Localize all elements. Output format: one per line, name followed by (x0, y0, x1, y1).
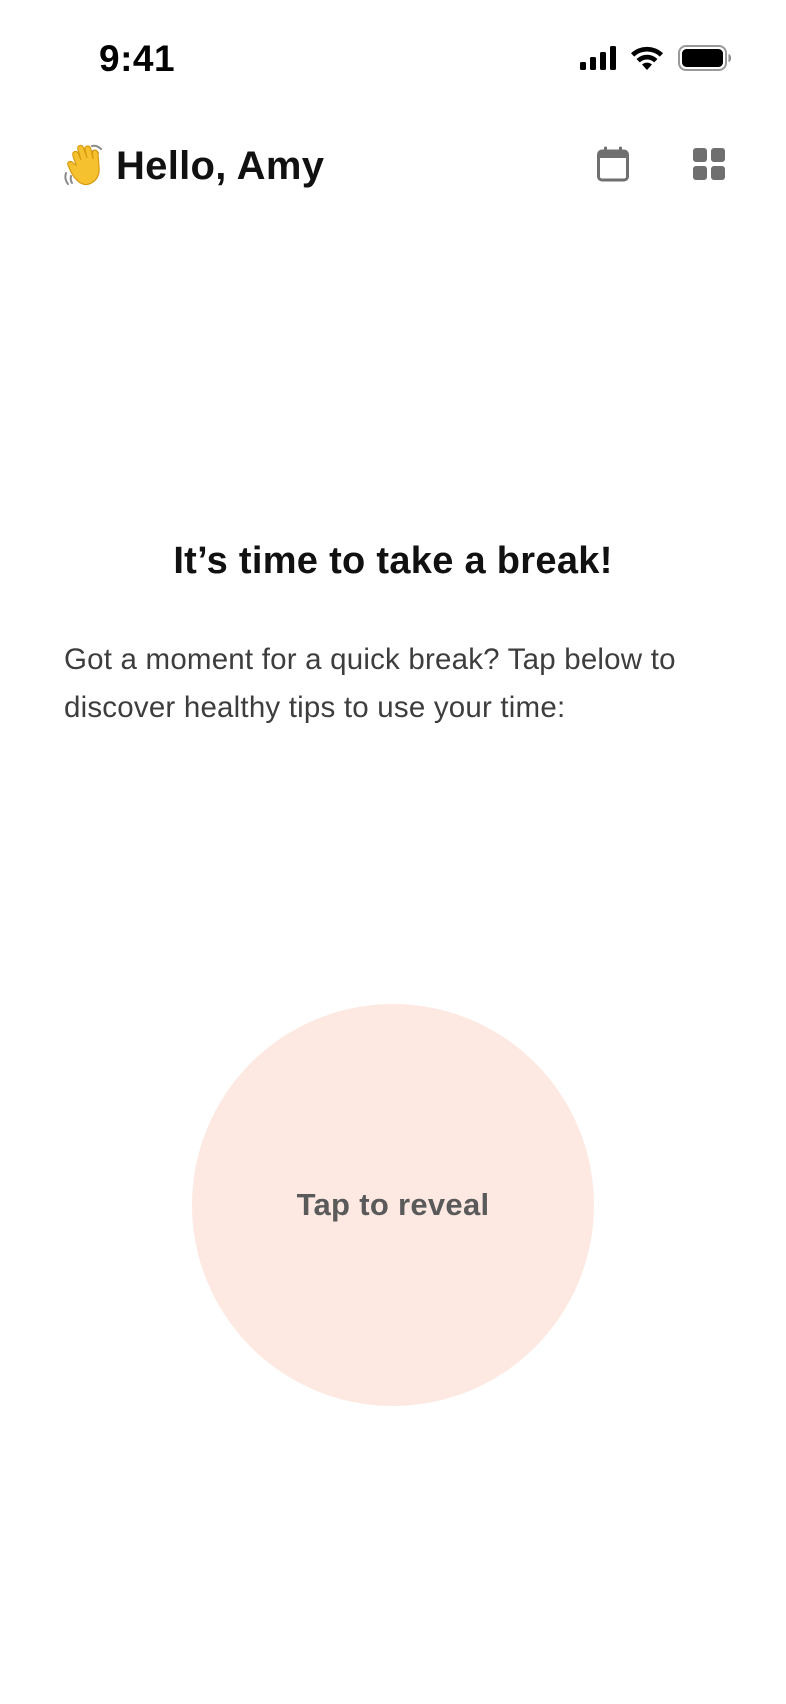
greeting-text: Hello, Amy (116, 143, 325, 188)
status-icons (580, 44, 732, 72)
battery-icon (678, 45, 732, 71)
apps-grid-button[interactable] (685, 142, 733, 190)
greeting: Hello, Amy (62, 138, 324, 194)
tap-to-reveal-button[interactable]: Tap to reveal (192, 1004, 594, 1406)
page-title: It’s time to take a break! (173, 540, 613, 582)
page-description: Got a moment for a quick break? Tap belo… (64, 643, 676, 724)
status-bar: 9:41 (0, 0, 786, 120)
reveal-label: Tap to reveal (296, 1187, 490, 1222)
cellular-signal-icon (580, 46, 616, 70)
waving-hand-icon (62, 143, 108, 189)
calendar-button[interactable] (589, 142, 637, 190)
calendar-icon (597, 146, 629, 187)
wifi-icon (630, 46, 664, 71)
status-time: 9:41 (99, 38, 176, 79)
apps-grid-icon (693, 147, 725, 185)
app-header: Hello, Amy (0, 120, 786, 210)
